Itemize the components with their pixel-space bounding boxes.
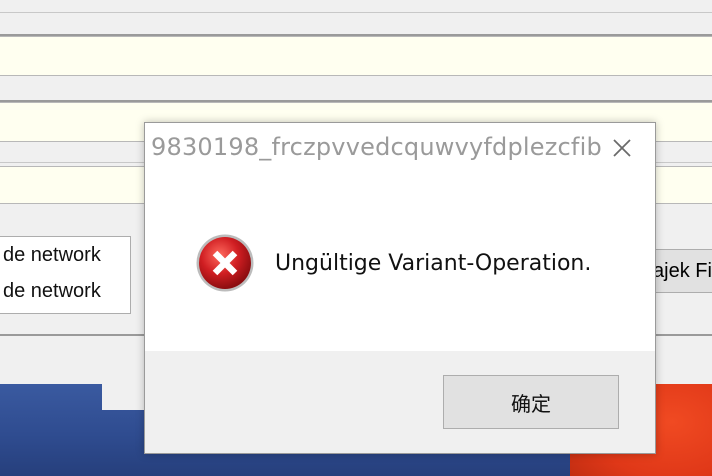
close-icon[interactable] (607, 133, 637, 163)
separator (0, 100, 712, 102)
divider-strip (0, 76, 712, 101)
list-item[interactable]: de network (0, 273, 130, 309)
list-item[interactable]: de network (0, 237, 130, 273)
error-icon (196, 234, 254, 292)
separator (0, 34, 712, 36)
top-strip (0, 0, 712, 13)
network-list[interactable]: de network de network (0, 236, 131, 314)
dialog-title: 9830198_frczpvvedcquwvyfdplezcfib (151, 133, 602, 161)
error-message: Ungültige Variant-Operation. (275, 251, 592, 276)
ok-button[interactable]: 确定 (443, 375, 619, 429)
gray-strip (102, 384, 148, 410)
error-dialog: 9830198_frczpvvedcquwvyfdplezcfib Ungült… (144, 122, 656, 454)
background-button[interactable]: ajek Fi (648, 249, 712, 293)
text-field-1[interactable] (0, 36, 712, 76)
